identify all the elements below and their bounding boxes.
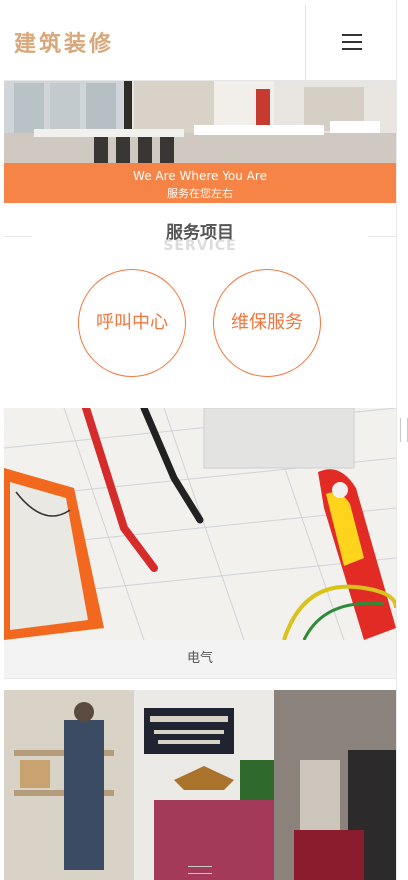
site-logo[interactable]: 建筑装修: [14, 26, 114, 58]
banner-image: [4, 81, 396, 163]
maintenance-service-button[interactable]: 维保服务: [213, 269, 321, 377]
page-edge: [396, 0, 397, 880]
menu-button[interactable]: [305, 4, 396, 80]
divider-right: [368, 236, 396, 237]
product-image-store[interactable]: [4, 690, 396, 880]
banner-tagline-strip: We Are Where You Are 服务在您左右: [4, 163, 396, 203]
service-subtitle: SERVICE: [163, 238, 237, 254]
bottom-drag-handle[interactable]: [188, 866, 212, 874]
tagline-chinese: 服务在您左右: [167, 187, 233, 200]
tagline-english: We Are Where You Are: [133, 169, 267, 183]
product-caption-electrical[interactable]: 电气: [4, 640, 396, 679]
call-center-button[interactable]: 呼叫中心: [78, 269, 186, 377]
page: 建筑装修 We Are Where You Are 服务在您左右 服务项目 SE…: [4, 4, 396, 880]
service-heading: 服务项目 SERVICE: [4, 204, 396, 264]
scrollbar-handle[interactable]: [400, 418, 408, 442]
product-image-electrical[interactable]: [4, 408, 396, 640]
site-header: 建筑装修: [4, 4, 396, 81]
